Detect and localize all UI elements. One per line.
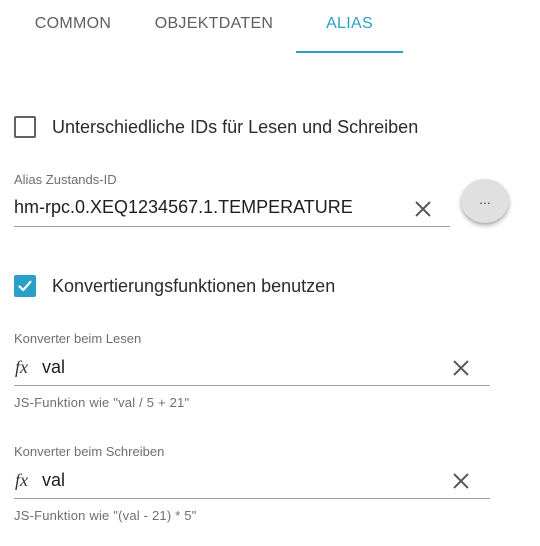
close-icon[interactable] (450, 470, 472, 492)
tab-objektdaten[interactable]: OBJEKTDATEN (140, 0, 288, 52)
function-icon: fx (15, 470, 28, 490)
separate-ids-checkbox[interactable] (14, 116, 36, 138)
read-converter-helper: JS-Funktion wie "val / 5 + 21" (14, 395, 190, 410)
read-converter-label: Konverter beim Lesen (14, 331, 142, 346)
close-icon[interactable] (450, 357, 472, 379)
active-tab-indicator (296, 51, 403, 53)
read-converter-underline (14, 385, 490, 386)
tab-bar: COMMON OBJEKTDATEN ALIAS (0, 0, 540, 54)
alias-id-input[interactable]: hm-rpc.0.XEQ1234567.1.TEMPERATURE (14, 197, 353, 218)
use-conversion-checkbox[interactable] (14, 275, 36, 297)
select-id-button[interactable]: ... (461, 179, 509, 223)
check-icon (18, 280, 32, 292)
separate-ids-checkbox-row[interactable]: Unterschiedliche IDs für Lesen und Schre… (14, 114, 418, 140)
write-converter-helper: JS-Funktion wie "(val - 21) * 5" (14, 508, 197, 523)
function-icon: fx (15, 357, 28, 377)
write-converter-label: Konverter beim Schreiben (14, 444, 165, 459)
write-converter-input[interactable]: val (42, 470, 65, 491)
read-converter-input[interactable]: val (42, 357, 65, 378)
tab-common[interactable]: COMMON (14, 0, 132, 52)
close-icon[interactable] (412, 198, 434, 220)
write-converter-underline (14, 498, 490, 499)
tab-alias[interactable]: ALIAS (296, 0, 403, 52)
use-conversion-checkbox-row[interactable]: Konvertierungsfunktionen benutzen (14, 273, 335, 299)
use-conversion-label: Konvertierungsfunktionen benutzen (52, 275, 336, 296)
alias-id-label: Alias Zustands-ID (14, 172, 117, 187)
separate-ids-label: Unterschiedliche IDs für Lesen und Schre… (52, 116, 419, 137)
alias-id-underline (14, 226, 450, 227)
